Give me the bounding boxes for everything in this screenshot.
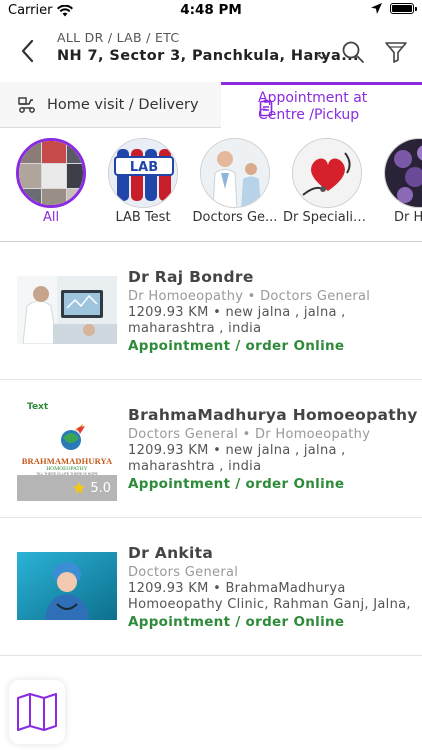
category-doctors-label: Doctors Ge... <box>192 210 278 225</box>
delivery-scooter-icon <box>18 97 35 113</box>
category-homoeopathy-label: Dr Hom <box>394 210 422 225</box>
category-lab-label: LAB Test <box>115 210 171 225</box>
category-doctors-image <box>200 138 270 208</box>
listing-name: Dr Ankita <box>128 544 214 562</box>
category-homoeopathy[interactable]: Dr Hom <box>373 138 422 225</box>
tab-appointment-line2: Centre /Pickup <box>258 106 360 123</box>
category-specialists-label: Dr Specialists <box>283 210 372 225</box>
listing-address-line2: maharashtra , india <box>128 459 262 474</box>
tab-appointment-line1: Appointment at <box>258 89 368 106</box>
listing-name: Dr Raj Bondre <box>128 268 254 286</box>
rating-badge: 5.0 <box>17 475 117 501</box>
listing-item[interactable]: Dr Ankita Doctors General 1209.93 KM • B… <box>0 518 422 656</box>
listing-address-line1: 1209.93 KM • new jalna , jalna , <box>128 443 346 458</box>
listing-address-line1: 1209.93 KM • new jalna , jalna , <box>128 305 346 320</box>
appointment-link[interactable]: Appointment / order Online <box>128 338 344 354</box>
listing-name: BrahmaMadhurya Homoeopathy <box>128 406 418 424</box>
status-right <box>371 3 417 14</box>
category-all-image <box>16 138 86 208</box>
appointment-link[interactable]: Appointment / order Online <box>128 614 344 630</box>
location-arrow-icon <box>371 3 382 14</box>
back-arrow-icon[interactable] <box>18 38 38 64</box>
category-specialists-image <box>292 138 362 208</box>
appointment-link[interactable]: Appointment / order Online <box>128 476 344 492</box>
filter-icon[interactable] <box>384 40 408 64</box>
listing-address-line2: Homoeopathy Clinic, Rahman Ganj, Jalna, <box>128 597 411 612</box>
listing-address-line2: maharashtra , india <box>128 321 262 336</box>
logo-text: BRAHMAMADHURYA <box>21 456 113 466</box>
top-header: ALL DR / LAB / ETC NH 7, Sector 3, Panch… <box>0 22 422 82</box>
listing-address-line1: 1209.93 KM • BrahmaMadhurya <box>128 581 346 596</box>
thumb-text-label: Text <box>27 402 49 412</box>
category-doctors-general[interactable]: Doctors Ge... <box>189 138 281 225</box>
listing-thumbnail <box>17 276 117 344</box>
battery-icon <box>390 3 417 14</box>
category-carousel: All LAB LAB Test Doctors Ge... Dr Specia… <box>0 128 422 242</box>
category-homoeopathy-image <box>384 138 422 208</box>
clipboard-icon <box>259 99 273 117</box>
search-icon[interactable] <box>341 40 365 64</box>
map-view-button[interactable] <box>9 680 65 744</box>
tab-home-visit[interactable]: Home visit / Delivery <box>0 82 221 128</box>
listing-item[interactable]: Text BRAHMAMADHURYA HOMOEOPATHY TILL THE… <box>0 380 422 518</box>
status-bar: Carrier 4:48 PM <box>0 0 422 22</box>
map-icon <box>17 693 57 731</box>
tab-appointment-label: Appointment at Centre /Pickup <box>258 90 367 124</box>
status-time: 4:48 PM <box>180 2 242 18</box>
listing-item[interactable]: Dr Raj Bondre Dr Homoeopathy • Doctors G… <box>0 242 422 380</box>
brand-logo-text: BRAHMAMADHURYA <box>17 456 117 466</box>
category-lab-image: LAB <box>108 138 178 208</box>
location-selector[interactable]: NH 7, Sector 3, Panchkula, Harya... <box>57 48 359 64</box>
tab-appointment[interactable]: Appointment at Centre /Pickup <box>221 82 422 128</box>
category-all[interactable]: All <box>5 138 97 225</box>
star-icon <box>73 481 86 494</box>
category-specialists[interactable]: Dr Specialists <box>281 138 373 225</box>
rating-value: 5.0 <box>90 480 111 496</box>
listing-categories: Doctors General <box>128 565 239 580</box>
svg-text:LAB: LAB <box>130 160 158 175</box>
category-all-label: All <box>42 210 60 225</box>
listing-categories: Doctors General • Dr Homoeopathy <box>128 427 371 442</box>
tab-home-visit-label: Home visit / Delivery <box>47 97 199 113</box>
listing-thumbnail <box>17 552 117 620</box>
service-tabs: Home visit / Delivery Appointment at Cen… <box>0 82 422 128</box>
listing-categories: Dr Homoeopathy • Doctors General <box>128 289 371 304</box>
header-subtitle: ALL DR / LAB / ETC <box>57 30 180 45</box>
chevron-down-icon[interactable] <box>317 52 327 62</box>
category-lab-test[interactable]: LAB LAB Test <box>97 138 189 225</box>
